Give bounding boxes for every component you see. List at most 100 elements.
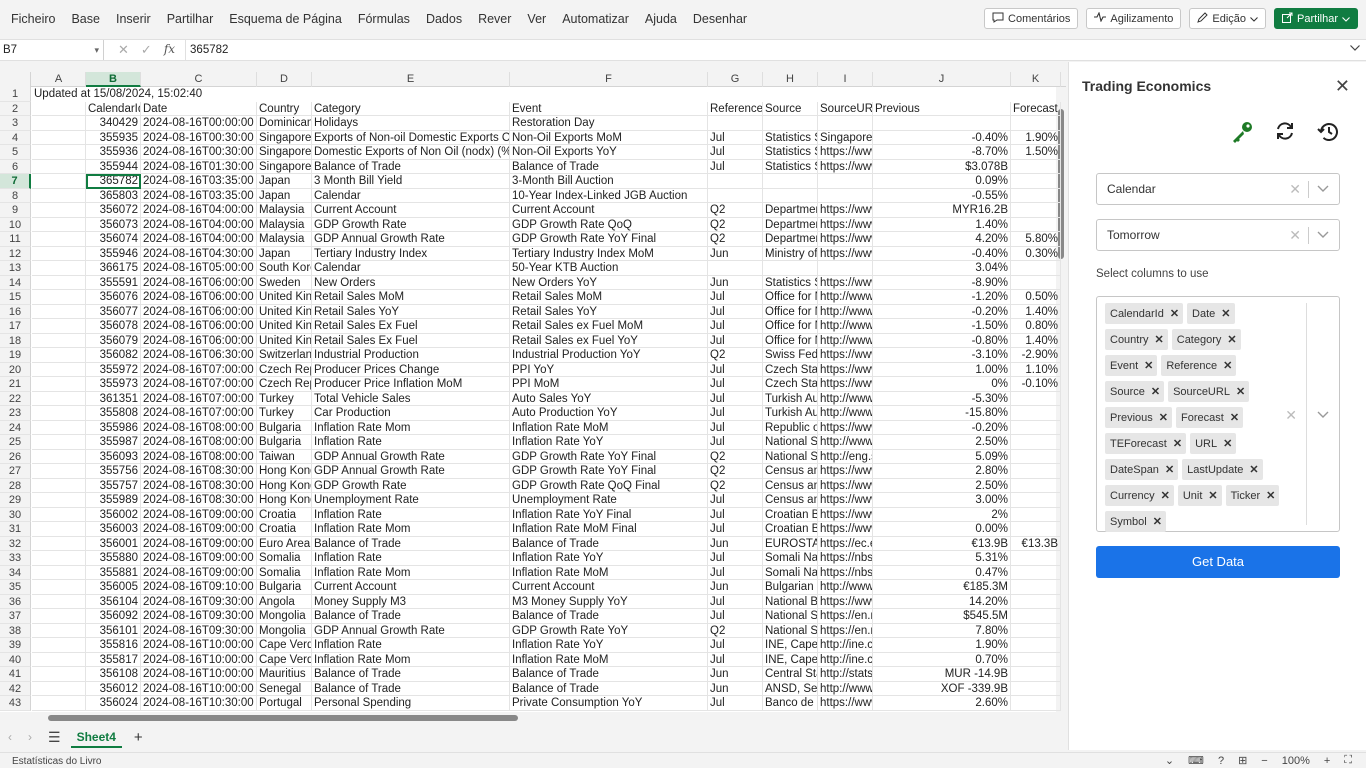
cell[interactable]: https://en.n — [818, 609, 873, 624]
header-cell[interactable]: Category — [312, 101, 510, 116]
cell[interactable] — [1011, 507, 1061, 522]
cell[interactable]: $3.078B — [873, 159, 1011, 174]
cell[interactable]: Central Statistics — [763, 667, 818, 682]
cell[interactable] — [32, 130, 86, 145]
cell[interactable] — [818, 174, 873, 189]
remove-chip-icon[interactable]: ✕ — [1161, 489, 1170, 502]
cell[interactable]: 355757 — [86, 478, 141, 493]
cell[interactable]: 2024-08-16T10:00:00 — [141, 638, 257, 653]
header-cell[interactable]: Date — [141, 101, 257, 116]
cell[interactable]: 356101 — [86, 623, 141, 638]
cell[interactable]: http://www — [818, 435, 873, 450]
cell[interactable]: Malaysia — [257, 217, 312, 232]
menu-item[interactable]: Base — [63, 12, 108, 26]
cell[interactable]: Office for National — [763, 333, 818, 348]
cell[interactable]: Producer Prices Change — [312, 362, 510, 377]
cell[interactable] — [32, 116, 86, 131]
cell[interactable]: 0.47% — [873, 565, 1011, 580]
row-header[interactable]: 22 — [0, 391, 31, 406]
cell[interactable]: €185.3M — [873, 580, 1011, 595]
cell[interactable]: http://www — [818, 580, 873, 595]
cell[interactable]: Retail Sales YoY — [510, 304, 708, 319]
row-header[interactable]: 15 — [0, 290, 31, 305]
zoom-level[interactable]: 100% — [1282, 755, 1310, 767]
cell[interactable]: 1.50% — [1011, 145, 1061, 160]
scrollbar-thumb[interactable] — [48, 715, 518, 721]
cell[interactable]: Japan — [257, 174, 312, 189]
cell[interactable]: New Orders YoY — [510, 275, 708, 290]
cell[interactable] — [763, 116, 818, 131]
cell[interactable]: 1.00% — [873, 362, 1011, 377]
remove-chip-icon[interactable]: ✕ — [1266, 489, 1275, 502]
cell[interactable]: 2024-08-16T09:30:00 — [141, 623, 257, 638]
cell[interactable]: Q2 — [708, 217, 763, 232]
cell[interactable]: 0.70% — [873, 652, 1011, 667]
remove-chip-icon[interactable]: ✕ — [1223, 359, 1232, 372]
header-cell[interactable]: SourceURL — [818, 101, 873, 116]
cell[interactable]: Czech Statistical — [763, 362, 818, 377]
cell[interactable]: Current Account — [510, 203, 708, 218]
cell[interactable] — [32, 580, 86, 595]
cell[interactable] — [818, 188, 873, 203]
cell[interactable] — [1011, 580, 1061, 595]
cell[interactable] — [818, 116, 873, 131]
cell[interactable]: Jul — [708, 507, 763, 522]
cell[interactable]: Czech Republic — [257, 362, 312, 377]
row-header[interactable]: 6 — [0, 159, 31, 174]
cell[interactable] — [32, 507, 86, 522]
key-icon[interactable] — [1230, 120, 1254, 147]
cell[interactable]: -0.20% — [873, 304, 1011, 319]
row-header[interactable]: 2 — [0, 101, 31, 116]
active-cell[interactable]: 365782 — [86, 174, 141, 189]
cell[interactable]: Unemployment Rate — [510, 493, 708, 508]
row-header[interactable]: 13 — [0, 261, 31, 276]
menu-item[interactable]: Desenhar — [685, 12, 755, 26]
cell[interactable]: 5.80% — [1011, 232, 1061, 247]
column-header[interactable]: D — [257, 72, 312, 87]
fullscreen-icon[interactable]: ⛶ — [1344, 754, 1352, 767]
cell[interactable]: United Kingdom — [257, 304, 312, 319]
cell[interactable]: Inflation Rate YoY — [510, 638, 708, 653]
cell[interactable]: 356003 — [86, 522, 141, 537]
cell[interactable]: 356001 — [86, 536, 141, 551]
cell[interactable]: https://www — [818, 507, 873, 522]
row-header[interactable]: 42 — [0, 681, 31, 696]
cell[interactable]: ANSD, Senegal — [763, 681, 818, 696]
cell[interactable]: 2024-08-16T06:00:00 — [141, 333, 257, 348]
cell[interactable] — [1011, 565, 1061, 580]
cell[interactable]: 356024 — [86, 696, 141, 711]
cell[interactable]: 355817 — [86, 652, 141, 667]
cell[interactable]: Money Supply M3 — [312, 594, 510, 609]
cell[interactable]: 356012 — [86, 681, 141, 696]
cell[interactable]: GDP Growth Rate YoY Final — [510, 449, 708, 464]
cell[interactable]: https://www — [818, 420, 873, 435]
cell[interactable]: Jul — [708, 145, 763, 160]
cell[interactable]: 2% — [873, 507, 1011, 522]
row-header[interactable]: 10 — [0, 217, 31, 232]
row-header[interactable]: 16 — [0, 304, 31, 319]
cell[interactable]: Balance of Trade — [312, 667, 510, 682]
cell[interactable]: https://www — [818, 594, 873, 609]
cell[interactable]: Jul — [708, 406, 763, 421]
row-header[interactable]: 31 — [0, 522, 31, 537]
all-sheets-icon[interactable]: ☰ — [40, 729, 71, 746]
cell[interactable]: 1.40% — [1011, 333, 1061, 348]
row-header[interactable]: 5 — [0, 145, 31, 160]
cell[interactable]: 356073 — [86, 217, 141, 232]
header-cell[interactable]: Event — [510, 101, 708, 116]
cell[interactable]: Turkey — [257, 406, 312, 421]
cell[interactable]: Jul — [708, 435, 763, 450]
cell[interactable]: Jul — [708, 333, 763, 348]
cell[interactable] — [873, 116, 1011, 131]
chevron-down-icon[interactable]: ▾ — [94, 40, 99, 60]
row-header[interactable]: 14 — [0, 275, 31, 290]
cell[interactable]: GDP Annual Growth Rate — [312, 623, 510, 638]
cell[interactable]: INE, Cape — [763, 638, 818, 653]
cell[interactable] — [1011, 493, 1061, 508]
cell[interactable]: 355972 — [86, 362, 141, 377]
formula-input[interactable]: 365782 — [185, 40, 228, 60]
cell[interactable]: Office for National — [763, 319, 818, 334]
cell[interactable]: 2024-08-16T06:00:00 — [141, 290, 257, 305]
cell[interactable]: 355881 — [86, 565, 141, 580]
cell[interactable]: https://www — [818, 522, 873, 537]
